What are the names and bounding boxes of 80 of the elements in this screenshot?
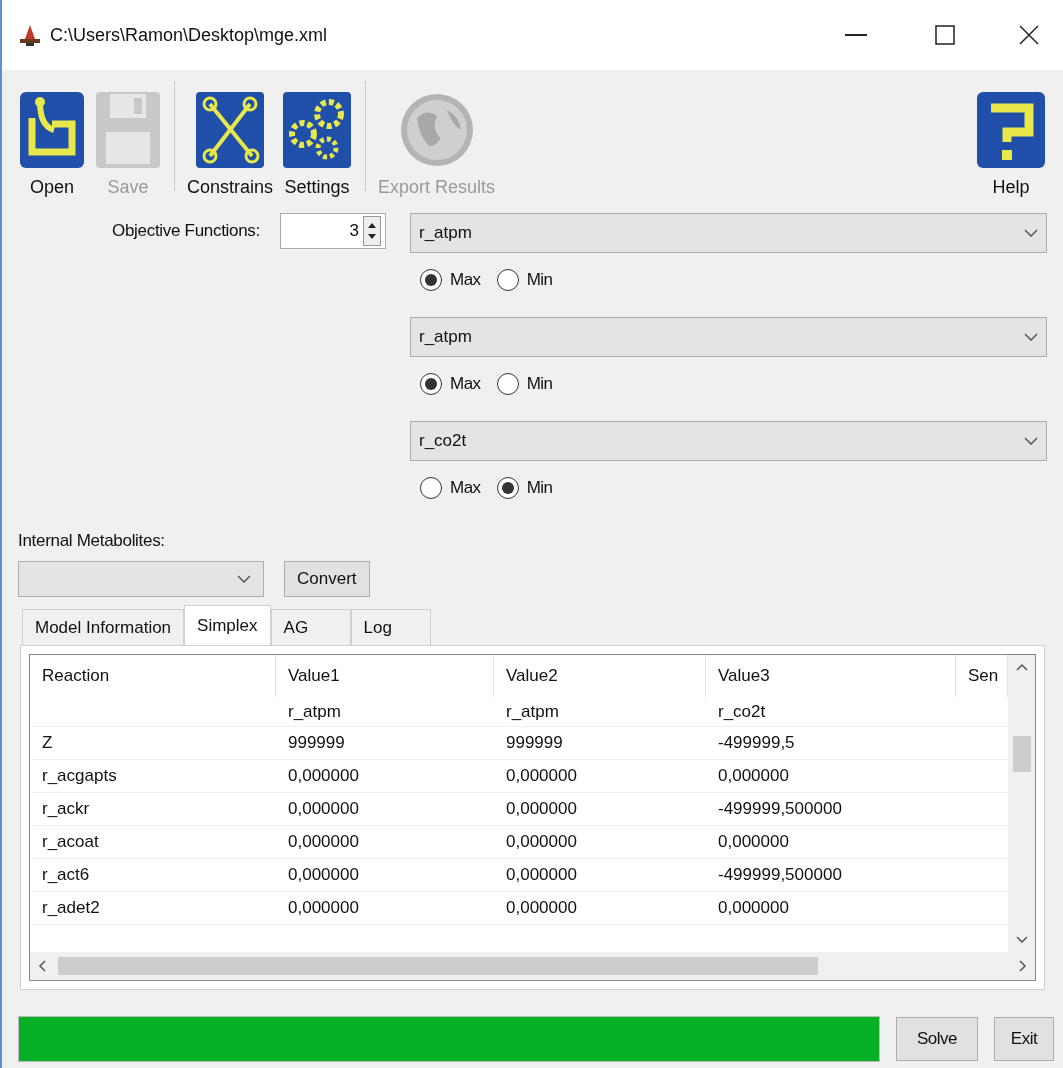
table-cell-text: 0,000000 xyxy=(287,765,360,788)
horizontal-scrollbar[interactable] xyxy=(30,952,1035,980)
chevron-down-icon xyxy=(1024,437,1038,445)
tab[interactable]: AG xyxy=(270,609,351,645)
scroll-left-icon[interactable] xyxy=(38,960,46,972)
maximize-icon[interactable] xyxy=(935,25,955,45)
radio-label: Min xyxy=(526,373,553,396)
witch-hat-icon xyxy=(18,23,42,47)
table-cell-text: 0,000000 xyxy=(505,798,578,821)
radio-label: Min xyxy=(526,477,553,500)
radio-button[interactable] xyxy=(496,373,519,395)
scroll-down-icon[interactable] xyxy=(1015,936,1028,944)
table-cell-text: 0,000000 xyxy=(505,897,578,920)
table-cell-text: 0,000000 xyxy=(505,831,578,854)
field-label: Internal Metabolites: xyxy=(18,529,166,552)
table-cell-text: r_atpm xyxy=(505,700,560,723)
table-cell-text: r_adet2 xyxy=(41,897,101,920)
radio-label: Min xyxy=(526,269,553,292)
scroll-thumb[interactable] xyxy=(1012,735,1031,772)
table-cell-text: 0,000000 xyxy=(505,765,578,788)
toolbar-button[interactable]: Settings xyxy=(277,90,358,201)
table-cell-text: -499999,500000 xyxy=(717,864,843,887)
table-cell-text: r_act6 xyxy=(41,864,91,887)
toolbar-button[interactable]: Help xyxy=(971,90,1051,201)
table-cell-text: 0,000000 xyxy=(717,897,790,920)
number-spinner[interactable]: 3 xyxy=(280,213,386,249)
column-header[interactable]: Value3 xyxy=(706,655,956,697)
convert-button[interactable]: Convert xyxy=(284,561,370,597)
chevron-down-icon xyxy=(1024,229,1038,237)
table-cell-text: r_acoat xyxy=(41,831,100,854)
chevron-down-icon xyxy=(237,575,251,583)
radio-label: Max xyxy=(450,269,481,292)
reaction-dropdown[interactable]: r_co2t xyxy=(410,421,1047,461)
radio-label: Max xyxy=(450,373,481,396)
table-cell-text: 0,000000 xyxy=(717,765,790,788)
table-cell-text: 999999 xyxy=(505,732,564,755)
table-cell-text: 0,000000 xyxy=(717,831,790,854)
toolbar-button[interactable]: Constrains xyxy=(183,90,278,201)
scroll-thumb[interactable] xyxy=(58,957,818,975)
vertical-scrollbar[interactable] xyxy=(1008,655,1035,952)
radio-button[interactable] xyxy=(420,373,442,395)
table-cell-text: Z xyxy=(41,732,54,755)
table-cell-text: r_co2t xyxy=(717,700,767,723)
toolbar-button[interactable]: Open xyxy=(14,90,90,201)
chevron-down-icon xyxy=(1024,333,1038,341)
table-cell-text: 0,000000 xyxy=(287,897,360,920)
column-header[interactable]: Reaction xyxy=(30,655,276,697)
radio-button[interactable] xyxy=(496,477,519,499)
table-cell-text: 999999 xyxy=(287,732,346,755)
column-header[interactable]: Value2 xyxy=(494,655,706,697)
gears-icon xyxy=(281,90,354,170)
table-cell-text: r_atpm xyxy=(287,700,342,723)
radio-label: Max xyxy=(450,477,481,500)
close-icon[interactable] xyxy=(1019,25,1039,45)
wrenches-icon xyxy=(194,90,266,170)
table-cell-text: 0,000000 xyxy=(287,864,360,887)
tab[interactable]: Simplex xyxy=(184,605,271,645)
radio-button[interactable] xyxy=(420,477,442,499)
reaction-dropdown[interactable]: r_atpm xyxy=(410,213,1047,253)
tab[interactable]: Model Information xyxy=(22,609,185,645)
tab[interactable]: Log xyxy=(350,609,431,645)
table-cell-text: r_acgapts xyxy=(41,765,118,788)
field-label: Objective Functions: xyxy=(112,220,260,243)
reaction-dropdown[interactable]: r_atpm xyxy=(410,317,1047,357)
scroll-up-icon[interactable] xyxy=(1015,663,1028,671)
table-cell-text: 0,000000 xyxy=(287,798,360,821)
spin-arrows-icon xyxy=(363,216,381,246)
table-cell-text: 0,000000 xyxy=(287,831,360,854)
scroll-right-icon[interactable] xyxy=(1019,960,1027,972)
radio-button[interactable] xyxy=(420,269,442,291)
column-header[interactable]: Value1 xyxy=(276,655,494,697)
table-cell-text: -499999,500000 xyxy=(717,798,843,821)
table-cell-text: r_ackr xyxy=(41,798,91,821)
question-mark-icon xyxy=(975,90,1047,170)
window-title: C:\Users\Ramon\Desktop\mge.xml xyxy=(50,23,328,47)
action-button[interactable]: Exit xyxy=(994,1017,1054,1061)
action-button[interactable]: Solve xyxy=(896,1017,978,1061)
table-cell-text: 0,000000 xyxy=(505,864,578,887)
radio-button[interactable] xyxy=(496,269,519,291)
table-cell-text: -499999,5 xyxy=(717,732,796,755)
